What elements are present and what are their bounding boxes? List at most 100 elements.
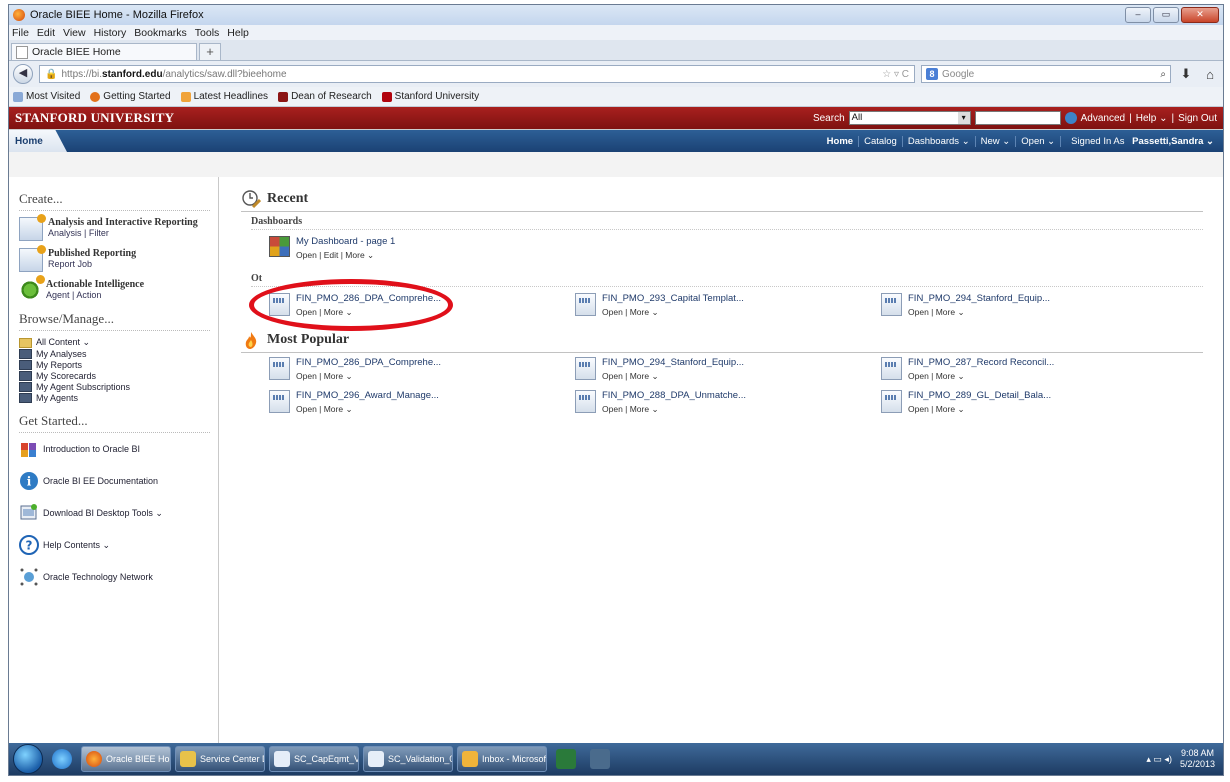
report-actions[interactable]: Open | More ⌄ <box>296 371 441 382</box>
taskbar-sc-validation[interactable]: SC_Validation_08... <box>363 746 453 772</box>
close-button[interactable]: ✕ <box>1181 7 1219 23</box>
intro-to-oracle-bi[interactable]: Introduction to Oracle BI <box>19 439 210 459</box>
tab-oracle-biee-home[interactable]: Oracle BIEE Home <box>11 43 197 60</box>
analysis-icon <box>881 293 902 316</box>
report-name[interactable]: FIN_PMO_288_DPA_Unmatche... <box>602 390 746 401</box>
report-name[interactable]: FIN_PMO_294_Stanford_Equip... <box>602 357 744 368</box>
clock[interactable]: 9:08 AM 5/2/2013 <box>1180 748 1215 770</box>
menu-help[interactable]: Help <box>227 27 249 39</box>
report-actions[interactable]: Open | More ⌄ <box>602 371 744 382</box>
browse-all-content[interactable]: All Content ⌄ <box>19 337 210 348</box>
stanford-logo[interactable]: STANFORD UNIVERSITY <box>15 110 174 126</box>
oracle-technology-network[interactable]: Oracle Technology Network <box>19 567 210 587</box>
bookmark-most-visited[interactable]: Most Visited <box>13 91 80 102</box>
download-icon[interactable]: ⬇ <box>1177 66 1195 82</box>
report-name[interactable]: FIN_PMO_287_Record Reconcil... <box>908 357 1054 368</box>
dashboard-name[interactable]: My Dashboard - page 1 <box>296 236 395 247</box>
document-icon <box>368 751 384 767</box>
report-name[interactable]: FIN_PMO_286_DPA_Comprehe... <box>296 293 441 304</box>
advanced-link[interactable]: Advanced <box>1081 113 1125 124</box>
taskbar-service-center-docs[interactable]: Service Center Docs <box>175 746 265 772</box>
tab-strip: Oracle BIEE Home + <box>9 40 1223 61</box>
bookmark-star-icon[interactable]: ☆ ▿ C <box>882 69 909 80</box>
search-box[interactable]: 8 Google ⌕ <box>921 65 1171 83</box>
internet-explorer-icon[interactable] <box>47 746 77 772</box>
menu-tools[interactable]: Tools <box>195 27 220 39</box>
menu-view[interactable]: View <box>63 27 86 39</box>
search-go-icon[interactable] <box>1064 112 1077 124</box>
menu-bookmarks[interactable]: Bookmarks <box>134 27 187 39</box>
dashboard-icon <box>269 236 290 257</box>
help-icon: ? <box>19 535 39 555</box>
report-actions[interactable]: Open | More ⌄ <box>908 371 1054 382</box>
download-bi-desktop-tools[interactable]: Download BI Desktop Tools ⌄ <box>19 503 210 523</box>
report-actions[interactable]: Open | More ⌄ <box>296 307 441 318</box>
report-name[interactable]: FIN_PMO_286_DPA_Comprehe... <box>296 357 441 368</box>
help-menu[interactable]: Help ⌄ <box>1136 113 1168 124</box>
app-icon[interactable] <box>585 746 615 772</box>
menu-edit[interactable]: Edit <box>37 27 55 39</box>
excel-icon[interactable] <box>551 746 581 772</box>
create-agent-action-links[interactable]: Agent | Action <box>46 290 144 300</box>
search-icon[interactable]: ⌕ <box>1160 69 1166 80</box>
firefox-icon <box>90 91 101 102</box>
minimize-button[interactable]: – <box>1125 7 1151 23</box>
dashboard-actions[interactable]: Open | Edit | More ⌄ <box>296 250 395 261</box>
bookmark-latest-headlines[interactable]: Latest Headlines <box>180 91 268 102</box>
nav-dashboards[interactable]: Dashboards ⌄ <box>901 135 975 147</box>
taskbar-sc-capeqmt[interactable]: SC_CapEqmt_Vali... <box>269 746 359 772</box>
browse-my-scorecards[interactable]: My Scorecards <box>19 371 210 381</box>
report-actions[interactable]: Open | More ⌄ <box>296 404 439 415</box>
search-engine-icon[interactable]: 8 <box>926 68 938 80</box>
report-actions[interactable]: Open | More ⌄ <box>602 404 746 415</box>
tray-icons[interactable]: ▴ ▭ ◂) <box>1146 754 1172 765</box>
browse-my-agents[interactable]: My Agents <box>19 393 210 403</box>
search-input[interactable] <box>974 111 1061 125</box>
analysis-icon <box>575 293 596 316</box>
bookmark-dean-of-research[interactable]: Dean of Research <box>278 91 372 102</box>
start-button[interactable] <box>13 744 43 774</box>
create-analysis-links[interactable]: Analysis | Filter <box>48 228 198 238</box>
obiee-nav-bar: Home Home Catalog Dashboards ⌄ New ⌄ Ope… <box>9 130 1223 152</box>
page-icon <box>16 45 28 59</box>
signed-in-user-menu[interactable]: Passetti,Sandra ⌄ <box>1132 136 1214 147</box>
firefox-icon <box>86 751 102 767</box>
bookmark-icon <box>13 91 23 102</box>
menu-history[interactable]: History <box>94 27 127 39</box>
nav-open[interactable]: Open ⌄ <box>1015 135 1060 147</box>
search-scope-select[interactable]: All <box>848 111 971 125</box>
report-actions[interactable]: Open | More ⌄ <box>908 404 1051 415</box>
nav-home[interactable]: Home <box>822 136 858 147</box>
menu-file[interactable]: File <box>12 27 29 39</box>
browse-my-reports[interactable]: My Reports <box>19 360 210 370</box>
search-label: Search <box>812 112 845 124</box>
browse-my-agent-subscriptions[interactable]: My Agent Subscriptions <box>19 382 210 392</box>
back-button[interactable]: ◀ <box>13 64 33 84</box>
report-name[interactable]: FIN_PMO_294_Stanford_Equip... <box>908 293 1050 304</box>
help-contents[interactable]: ? Help Contents ⌄ <box>19 535 210 555</box>
report-name[interactable]: FIN_PMO_289_GL_Detail_Bala... <box>908 390 1051 401</box>
nav-catalog[interactable]: Catalog <box>858 135 902 147</box>
report-actions[interactable]: Open | More ⌄ <box>602 307 744 318</box>
tab-home[interactable]: Home <box>9 130 67 152</box>
create-analysis: Analysis and Interactive Reporting Analys… <box>19 214 210 241</box>
puzzle-icon <box>21 443 36 457</box>
home-icon[interactable]: ⌂ <box>1201 67 1219 82</box>
new-tab-button[interactable]: + <box>199 43 221 60</box>
address-bar[interactable]: 🔒 https://bi. stanford.edu/analytics/saw.… <box>39 65 915 83</box>
sign-out-link[interactable]: Sign Out <box>1178 113 1217 124</box>
browse-my-analyses[interactable]: My Analyses <box>19 349 210 359</box>
maximize-button[interactable]: ▭ <box>1153 7 1179 23</box>
report-actions[interactable]: Open | More ⌄ <box>908 307 1050 318</box>
nav-new[interactable]: New ⌄ <box>974 135 1016 147</box>
bookmark-stanford-university[interactable]: Stanford University <box>381 91 479 102</box>
taskbar-outlook-inbox[interactable]: Inbox - Microsoft... <box>457 746 547 772</box>
taskbar-firefox[interactable]: Oracle BIEE Home... <box>81 746 171 772</box>
report-name[interactable]: FIN_PMO_293_Capital Templat... <box>602 293 744 304</box>
create-actionable-intelligence-title: Actionable Intelligence <box>46 279 145 290</box>
folder-icon <box>19 337 32 348</box>
oracle-bi-ee-documentation[interactable]: i Oracle BI EE Documentation <box>19 471 210 491</box>
create-report-job-link[interactable]: Report Job <box>48 259 136 269</box>
report-name[interactable]: FIN_PMO_296_Award_Manage... <box>296 390 439 401</box>
bookmark-getting-started[interactable]: Getting Started <box>90 91 171 102</box>
